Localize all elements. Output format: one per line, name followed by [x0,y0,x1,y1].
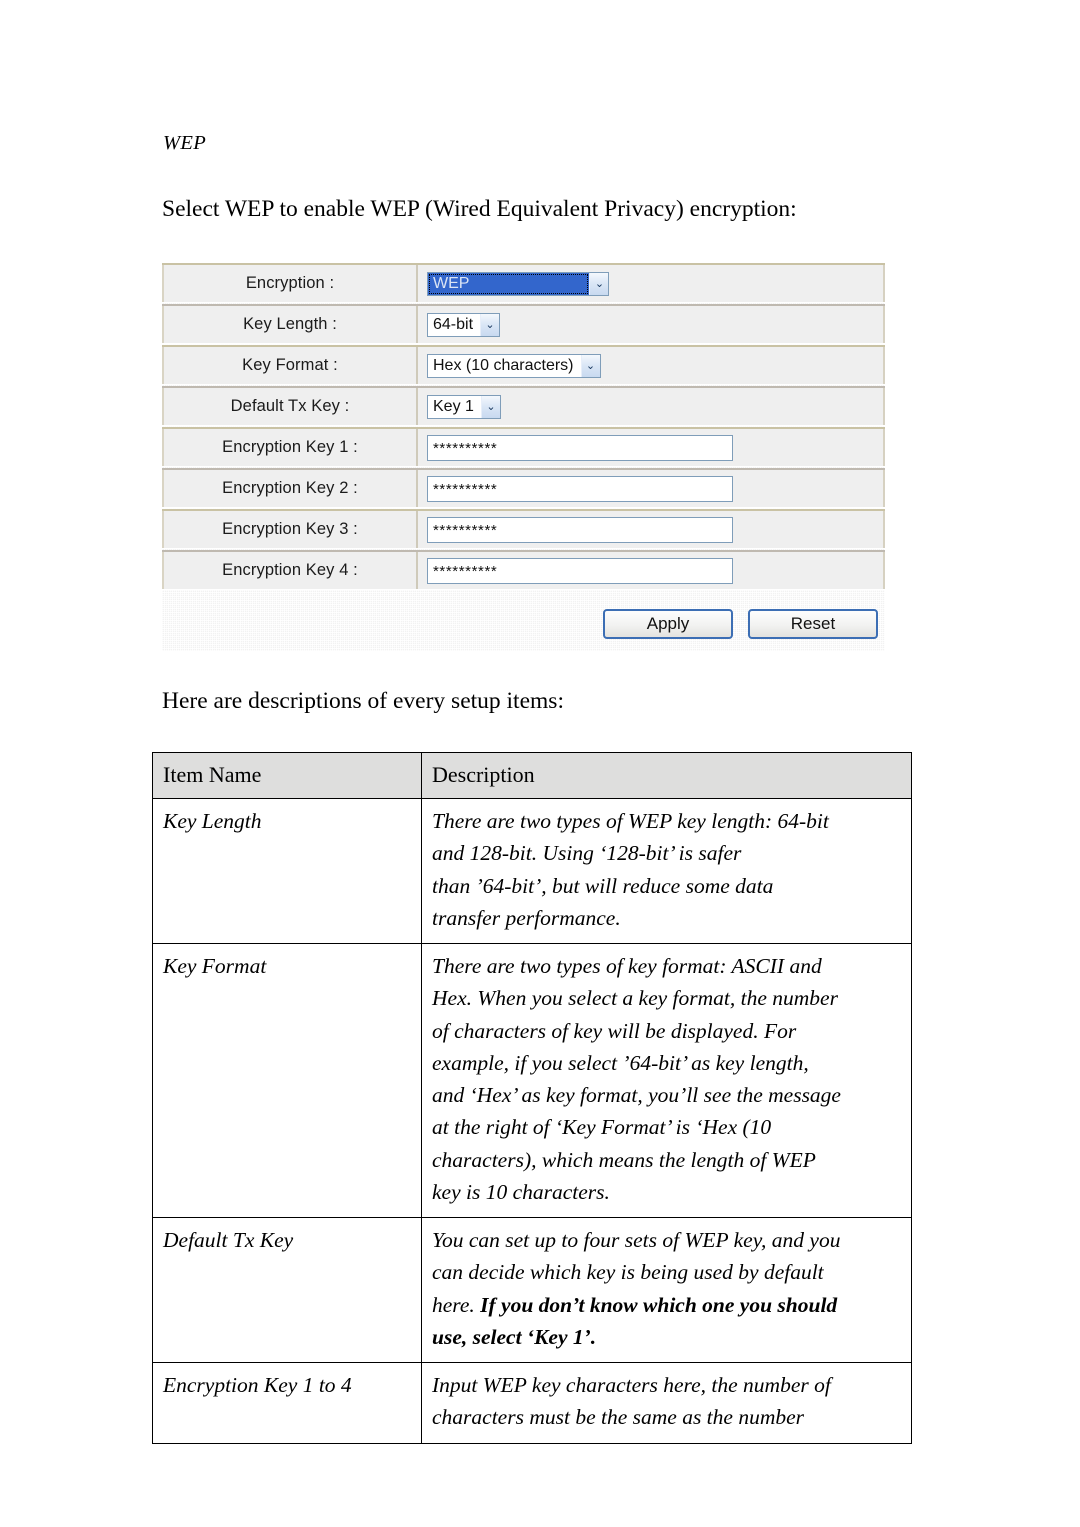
form-row-encryption: Encryption : WEP ⌄ [162,263,885,303]
desc-text-bold: use, select ‘Key 1’. [432,1324,597,1349]
label-encryption-key-2: Encryption Key 2 : [162,470,418,507]
setup-items-description-table: Item Name Description Key Length There a… [152,752,912,1444]
desc-line-mixed: here. If you don’t know which one you sh… [432,1289,901,1321]
intro-paragraph: Select WEP to enable WEP (Wired Equivale… [162,196,797,222]
form-row-encryption-key-3: Encryption Key 3 : ********** [162,509,885,549]
value-key-format: Hex (10 characters) ⌄ [418,347,885,384]
chevron-down-icon[interactable]: ⌄ [580,354,600,377]
label-encryption-key-3: Encryption Key 3 : [162,511,418,548]
document-page: WEP Select WEP to enable WEP (Wired Equi… [0,0,1080,1527]
value-key-length: 64-bit ⌄ [418,306,885,343]
default-tx-key-select[interactable]: Key 1 ⌄ [427,394,501,419]
desc-line: at the right of ‘Key Format’ is ‘Hex (10 [432,1115,772,1140]
table-row: Key Format There are two types of key fo… [152,943,912,1218]
encryption-select[interactable]: WEP ⌄ [427,271,610,296]
desc-line: can decide which key is being used by de… [432,1260,824,1285]
desc-line: and 128-bit. Using ‘128-bit’ is safer [432,841,742,866]
encryption-select-value: WEP [428,272,590,295]
key-length-select[interactable]: 64-bit ⌄ [427,312,501,337]
label-key-length: Key Length : [162,306,418,343]
form-row-encryption-key-2: Encryption Key 2 : ********** [162,468,885,508]
item-description-default-tx-key: You can set up to four sets of WEP key, … [421,1217,912,1363]
item-name-key-format: Key Format [152,943,422,1218]
label-encryption: Encryption : [162,265,418,302]
value-encryption-key-2: ********** [418,470,885,507]
desc-line: of characters of key will be displayed. … [432,1018,797,1043]
desc-line: You can set up to four sets of WEP key, … [432,1228,841,1252]
desc-line: key is 10 characters. [432,1179,610,1204]
form-row-encryption-key-1: Encryption Key 1 : ********** [162,427,885,467]
encryption-key-2-input[interactable]: ********** [427,475,733,502]
table-row: Default Tx Key You can set up to four se… [152,1217,912,1363]
label-encryption-key-4: Encryption Key 4 : [162,552,418,589]
desc-line: transfer performance. [432,905,621,930]
form-button-bar: Apply Reset [603,609,878,639]
chevron-down-icon[interactable]: ⌄ [480,313,500,336]
value-encryption: WEP ⌄ [418,265,885,302]
table-row: Encryption Key 1 to 4 Input WEP key char… [152,1362,912,1444]
desc-line: There are two types of key format: ASCII… [432,954,822,978]
value-encryption-key-4: ********** [418,552,885,589]
desc-text-bold: If you don’t know which one you should [480,1292,838,1317]
default-tx-key-select-value: Key 1 [433,397,474,415]
desc-text-normal: here. [432,1292,481,1317]
column-header-item-name: Item Name [152,752,422,799]
desc-line: than ’64-bit’, but will reduce some data [432,873,774,898]
chevron-down-icon[interactable]: ⌄ [589,272,609,295]
key-format-select[interactable]: Hex (10 characters) ⌄ [427,353,601,378]
table-header-row: Item Name Description [152,752,912,799]
page-section-heading: WEP [163,132,207,154]
router-wep-settings-screenshot: Encryption : WEP ⌄ Key Length : 64-bit ⌄… [162,263,885,651]
value-encryption-key-1: ********** [418,429,885,466]
apply-button[interactable]: Apply [603,609,733,639]
key-length-select-value: 64-bit [433,315,474,333]
desc-line: Hex. When you select a key format, the n… [432,986,838,1011]
form-row-encryption-key-4: Encryption Key 4 : ********** [162,550,885,590]
value-default-tx-key: Key 1 ⌄ [418,388,885,425]
form-row-key-format: Key Format : Hex (10 characters) ⌄ [162,345,885,385]
item-description-key-format: There are two types of key format: ASCII… [421,943,912,1218]
form-row-key-length: Key Length : 64-bit ⌄ [162,304,885,344]
item-name-default-tx-key: Default Tx Key [152,1217,422,1363]
item-description-key-length: There are two types of WEP key length: 6… [421,798,912,944]
desc-line: There are two types of WEP key length: 6… [432,809,829,833]
key-format-select-value: Hex (10 characters) [433,356,574,374]
table-lead-in-paragraph: Here are descriptions of every setup ite… [162,688,564,714]
desc-line: characters), which means the length of W… [432,1147,816,1172]
encryption-key-4-input[interactable]: ********** [427,557,733,584]
item-name-key-length: Key Length [152,798,422,944]
value-encryption-key-3: ********** [418,511,885,548]
desc-line-mixed: use, select ‘Key 1’. [432,1321,901,1353]
label-default-tx-key: Default Tx Key : [162,388,418,425]
desc-line: example, if you select ’64-bit’ as key l… [432,1050,809,1075]
chevron-down-icon[interactable]: ⌄ [480,395,500,418]
encryption-key-3-input[interactable]: ********** [427,516,733,543]
reset-button[interactable]: Reset [748,609,878,639]
item-name-encryption-key-1-to-4: Encryption Key 1 to 4 [152,1362,422,1444]
desc-line: and ‘Hex’ as key format, you’ll see the … [432,1083,841,1107]
encryption-key-1-input[interactable]: ********** [427,434,733,461]
column-header-description: Description [421,752,912,799]
form-row-default-tx-key: Default Tx Key : Key 1 ⌄ [162,386,885,426]
item-description-encryption-keys: Input WEP key characters here, the numbe… [421,1362,912,1444]
label-key-format: Key Format : [162,347,418,384]
table-row: Key Length There are two types of WEP ke… [152,798,912,944]
desc-line: characters must be the same as the numbe… [432,1405,805,1430]
desc-line: Input WEP key characters here, the numbe… [432,1373,831,1397]
label-encryption-key-1: Encryption Key 1 : [162,429,418,466]
